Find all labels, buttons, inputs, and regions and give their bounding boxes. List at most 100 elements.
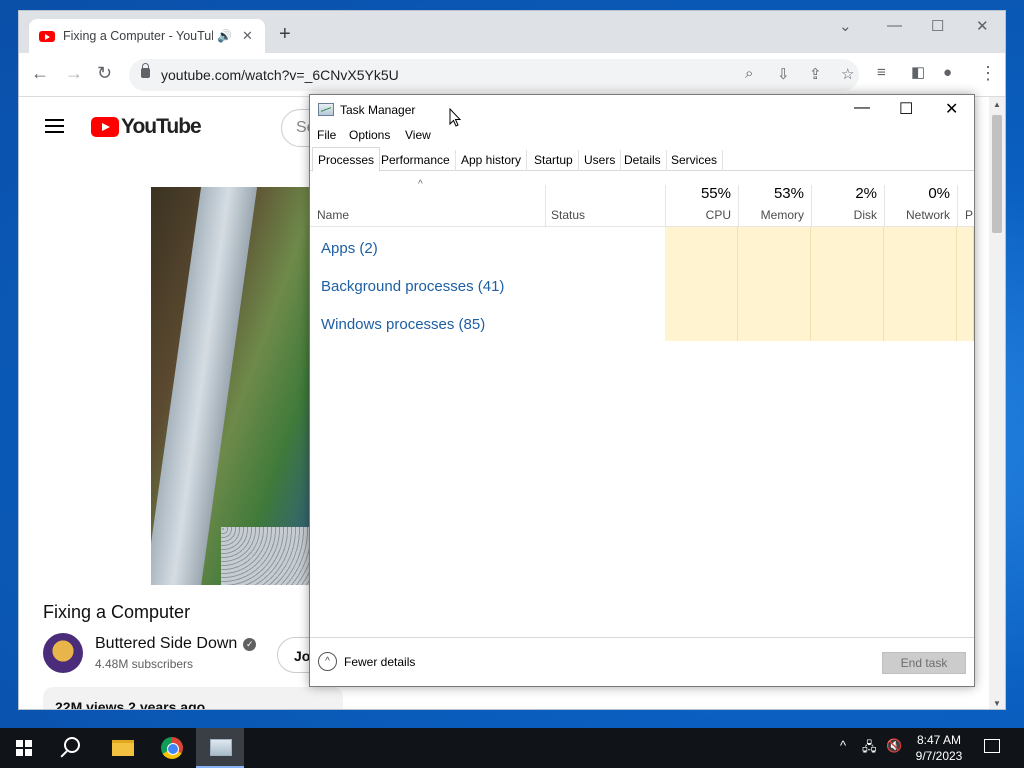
volume-muted-icon[interactable]: 🔇 [886, 738, 902, 754]
taskbar: ^ 🖧 🔇 8:47 AM 9/7/2023 [0, 728, 1024, 768]
subscriber-count: 4.48M subscribers [95, 657, 194, 671]
menu-bar: File Options View [310, 125, 974, 147]
taskbar-clock[interactable]: 8:47 AM 9/7/2023 [906, 732, 972, 764]
close-icon[interactable]: ✕ [945, 99, 958, 119]
task-manager-window: Task Manager — ☐ ✕ File Options View Pro… [309, 94, 975, 687]
tab-users[interactable]: Users [579, 150, 622, 171]
column-cpu[interactable]: CPU [675, 208, 731, 222]
process-list: Apps (2) Background processes (41) Windo… [310, 227, 974, 637]
taskbar-chrome[interactable] [147, 728, 195, 768]
memory-usage-percent[interactable]: 53% [744, 185, 804, 202]
column-divider[interactable] [811, 185, 812, 227]
maximize-icon[interactable]: ☐ [931, 17, 944, 35]
column-memory[interactable]: Memory [744, 208, 804, 222]
tab-startup[interactable]: Startup [529, 150, 579, 171]
menu-options[interactable]: Options [349, 128, 390, 142]
forward-icon[interactable]: → [65, 63, 83, 83]
column-disk[interactable]: Disk [820, 208, 877, 222]
network-icon[interactable]: 🖧 [862, 738, 877, 760]
tab-performance[interactable]: Performance [376, 150, 456, 171]
start-button[interactable] [0, 728, 48, 768]
video-player[interactable] [151, 187, 311, 585]
column-divider[interactable] [884, 185, 885, 227]
group-apps[interactable]: Apps (2) [321, 240, 378, 257]
tab-strip: Fixing a Computer - YouTube 🔊 ✕ + ⌄ — ☐ … [19, 11, 1005, 53]
cpu-usage-percent[interactable]: 55% [675, 185, 731, 202]
maximize-icon[interactable]: ☐ [899, 99, 913, 119]
chrome-icon [161, 737, 183, 759]
install-app-icon[interactable]: ⇩ [777, 65, 790, 83]
address-bar[interactable]: youtube.com/watch?v=_6CNvX5Yk5U ⌕ ⇩ ⇪ ☆ [129, 59, 859, 91]
channel-name[interactable]: Buttered Side Down [95, 635, 237, 652]
page-scrollbar[interactable]: ▲ ▼ [989, 97, 1005, 709]
column-divider[interactable] [738, 185, 739, 227]
disk-usage-percent[interactable]: 2% [820, 185, 877, 202]
audio-playing-icon[interactable]: 🔊 [217, 29, 232, 43]
search-icon[interactable]: ⌕ [745, 65, 753, 82]
browser-tab-youtube[interactable]: Fixing a Computer - YouTube 🔊 ✕ [29, 19, 265, 53]
back-icon[interactable]: ← [31, 63, 49, 83]
scroll-down-icon[interactable]: ▼ [993, 699, 1001, 708]
close-window-icon[interactable]: ✕ [976, 17, 989, 35]
description-box[interactable]: 22M views 2 years ago [43, 687, 343, 709]
profile-avatar-icon[interactable]: ● [943, 63, 952, 83]
notification-center-icon[interactable] [984, 739, 1000, 753]
column-divider[interactable] [957, 185, 958, 227]
taskbar-file-explorer[interactable] [98, 728, 146, 768]
group-windows-processes[interactable]: Windows processes (85) [321, 316, 485, 333]
network-usage-percent[interactable]: 0% [890, 185, 950, 202]
scroll-up-icon[interactable]: ▲ [993, 100, 1001, 109]
column-name[interactable]: Name [317, 208, 349, 222]
taskbar-search-button[interactable] [48, 728, 96, 768]
youtube-play-icon [91, 117, 119, 137]
taskbar-task-manager[interactable] [196, 728, 244, 768]
column-power-partial[interactable]: P [965, 208, 973, 222]
tab-search-icon[interactable]: ⌄ [839, 17, 852, 35]
tab-details[interactable]: Details [619, 150, 667, 171]
lock-icon[interactable] [141, 63, 150, 78]
disk-heat-column [811, 227, 884, 341]
task-manager-titlebar[interactable]: Task Manager — ☐ ✕ [310, 95, 974, 125]
menu-file[interactable]: File [317, 128, 336, 142]
chevron-up-icon[interactable]: ^ [318, 652, 337, 671]
tray-overflow-chevron-icon[interactable]: ^ [840, 738, 846, 753]
minimize-icon[interactable]: — [887, 17, 902, 34]
media-control-icon[interactable]: ≡ [877, 63, 886, 83]
more-menu-icon[interactable]: ⋮ [979, 63, 997, 83]
tab-app-history[interactable]: App history [456, 150, 528, 171]
tab-processes[interactable]: Processes [312, 147, 381, 172]
column-divider[interactable] [545, 185, 546, 227]
end-task-button[interactable]: End task [882, 652, 966, 674]
video-title: Fixing a Computer [43, 602, 191, 622]
close-tab-icon[interactable]: ✕ [242, 28, 253, 44]
scrollbar-thumb[interactable] [992, 115, 1002, 233]
fewer-details-link[interactable]: Fewer details [344, 655, 415, 669]
menu-view[interactable]: View [405, 128, 431, 142]
reload-icon[interactable]: ↻ [97, 63, 112, 83]
memory-heat-column [738, 227, 811, 341]
minimize-icon[interactable]: — [854, 99, 870, 117]
youtube-logo[interactable]: YouTube [91, 115, 202, 139]
column-status[interactable]: Status [551, 208, 585, 222]
youtube-logo-text: YouTube [121, 115, 202, 138]
channel-avatar[interactable] [43, 633, 83, 673]
new-tab-button[interactable]: + [279, 24, 291, 44]
clock-time: 8:47 AM [916, 733, 962, 747]
network-heat-column [884, 227, 957, 341]
column-network[interactable]: Network [890, 208, 950, 222]
windows-logo-icon [16, 740, 32, 756]
video-frame-speaker [221, 527, 311, 585]
column-divider[interactable] [665, 185, 666, 227]
task-manager-title: Task Manager [340, 103, 416, 117]
channel-name-row[interactable]: Buttered Side Down ✓ [95, 635, 257, 653]
tab-services[interactable]: Services [666, 150, 724, 171]
hamburger-menu-icon[interactable] [45, 119, 64, 133]
folder-icon [112, 740, 134, 756]
share-icon[interactable]: ⇪ [809, 65, 822, 83]
cpu-heat-column [665, 227, 738, 341]
browser-tab-title: Fixing a Computer - YouTube [63, 29, 213, 43]
bookmark-star-icon[interactable]: ☆ [841, 65, 854, 83]
side-panel-icon[interactable]: ◧ [911, 63, 925, 83]
browser-toolbar: ← → ↻ youtube.com/watch?v=_6CNvX5Yk5U ⌕ … [19, 53, 1005, 97]
group-background-processes[interactable]: Background processes (41) [321, 278, 504, 295]
